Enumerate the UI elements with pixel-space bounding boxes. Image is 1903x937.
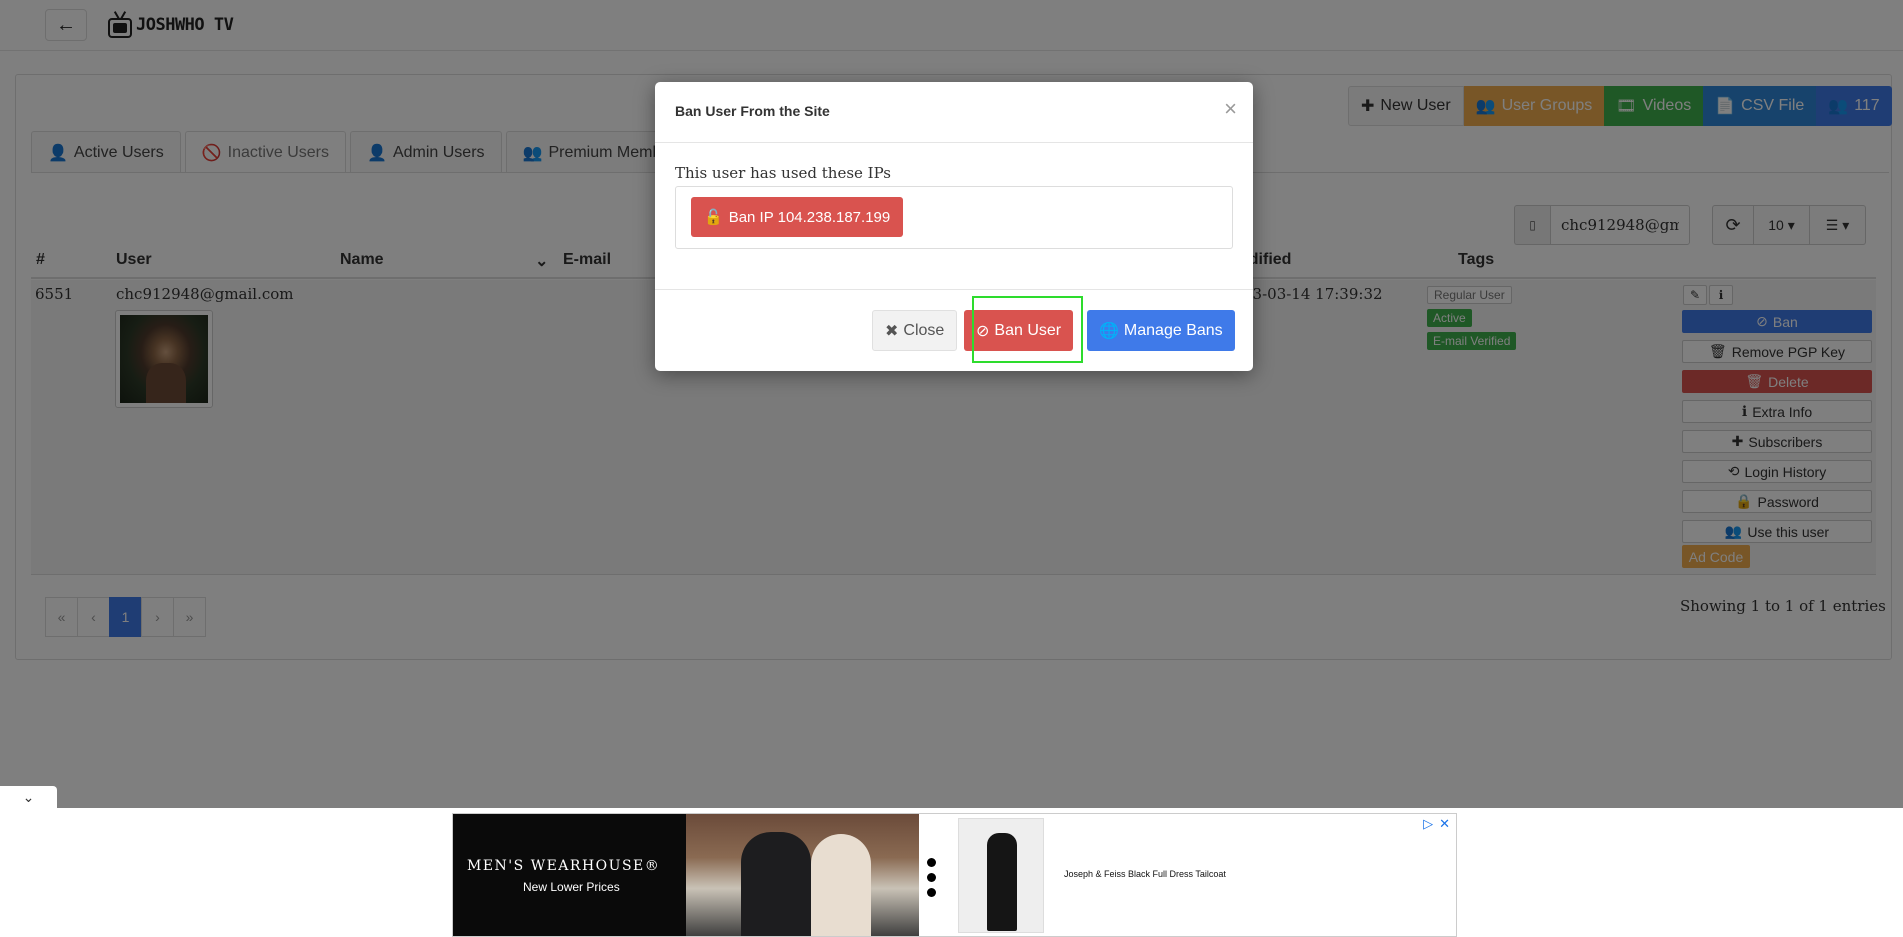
ad-subtitle: New Lower Prices	[523, 880, 620, 894]
ad-controls: ▷ ✕	[1423, 816, 1450, 832]
ad-couple-photo	[686, 814, 919, 936]
x-icon: ✖	[885, 322, 899, 340]
advertisement[interactable]: MEN'S WEARHOUSE® New Lower Prices Joseph…	[452, 813, 1457, 937]
highlight-box	[972, 296, 1083, 363]
globe-icon: 🌐	[1099, 322, 1119, 340]
ip-list: 🔓 Ban IP 104.238.187.199	[675, 186, 1233, 249]
unlock-icon: 🔓	[704, 209, 723, 226]
ad-brand: MEN'S WEARHOUSE®	[467, 858, 661, 874]
close-icon[interactable]: ✕	[1439, 816, 1450, 832]
ad-product-text: Joseph & Feiss Black Full Dress Tailcoat	[1064, 869, 1226, 879]
ban-user-modal: Ban User From the Site × This user has u…	[655, 82, 1253, 371]
ad-collapse-button[interactable]: ⌄	[0, 786, 57, 809]
close-icon[interactable]: ×	[1224, 96, 1237, 122]
close-button[interactable]: ✖ Close	[872, 310, 958, 351]
chevron-down-icon: ⌄	[22, 789, 35, 805]
ban-ip-button[interactable]: 🔓 Ban IP 104.238.187.199	[691, 197, 904, 237]
adchoices-icon[interactable]: ▷	[1423, 816, 1433, 832]
manage-bans-button[interactable]: 🌐 Manage Bans	[1087, 310, 1235, 351]
ad-brand-panel: MEN'S WEARHOUSE® New Lower Prices	[453, 814, 686, 936]
ad-carousel-dots[interactable]	[927, 858, 936, 897]
modal-title: Ban User From the Site	[675, 103, 830, 119]
modal-ip-text: This user has used these IPs	[675, 164, 891, 182]
ad-product-image	[958, 818, 1044, 933]
